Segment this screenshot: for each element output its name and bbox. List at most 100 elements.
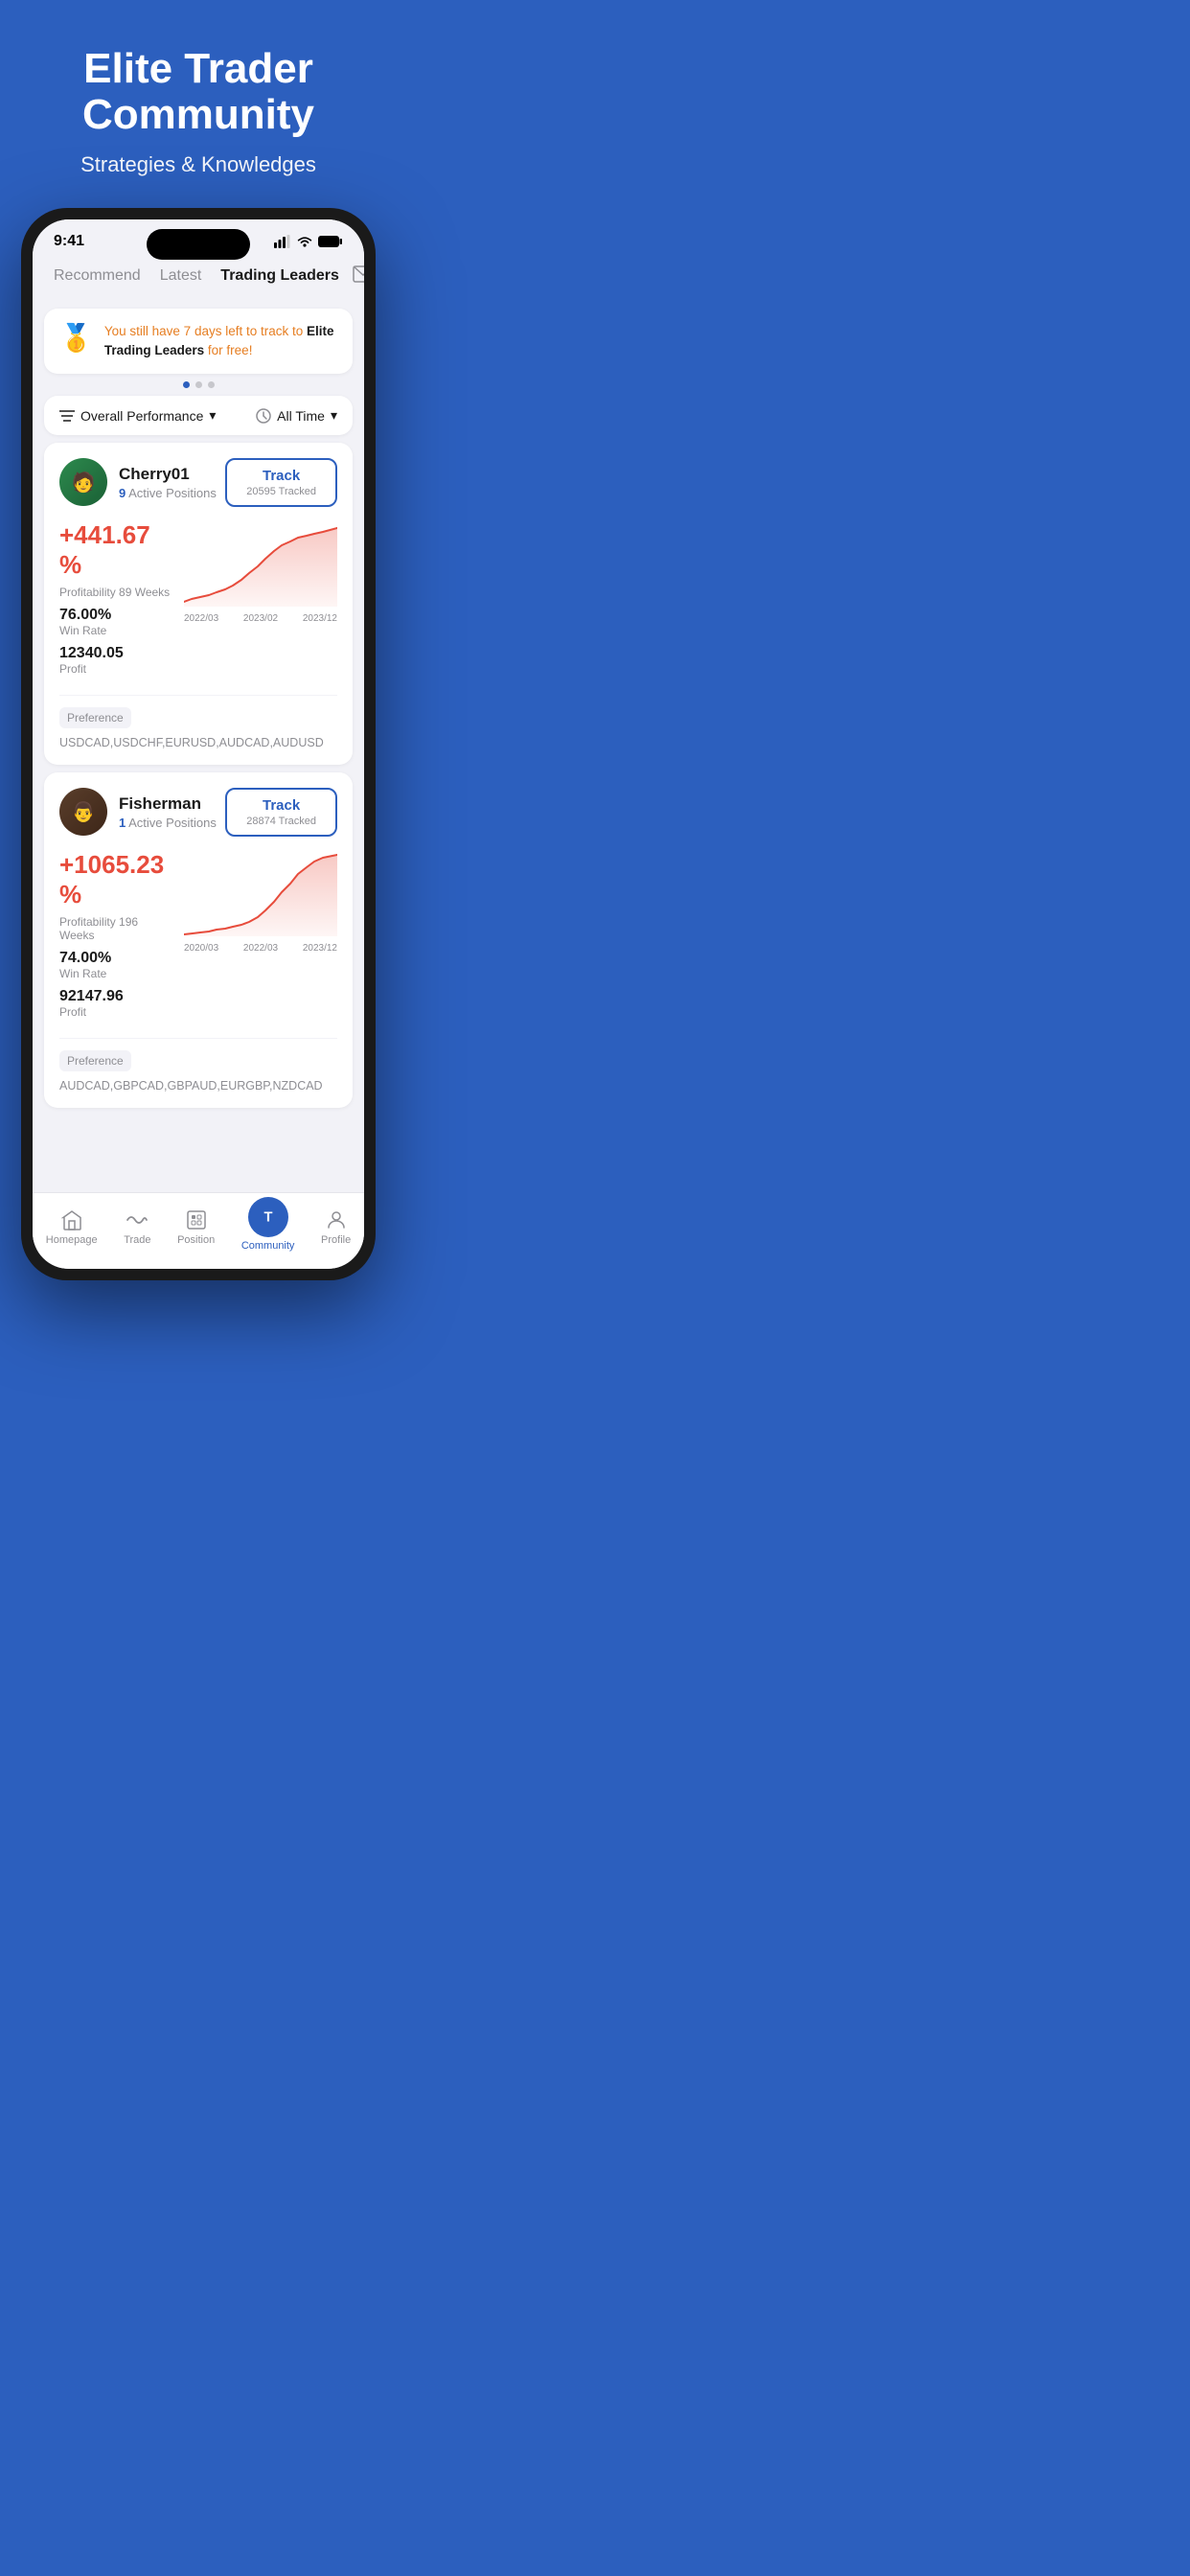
profile-label: Profile xyxy=(321,1234,351,1246)
trader-info-cherry01: 🧑 Cherry01 9 Active Positions xyxy=(59,458,217,506)
hero-section: Elite Trader Community Strategies & Know… xyxy=(0,0,397,208)
active-positions-fisherman: 1 Active Positions xyxy=(119,816,217,830)
win-rate-row-fisherman: 74.00% Win Rate xyxy=(59,950,172,980)
trader-body-cherry01: +441.67 % Profitability 89 Weeks 76.00% … xyxy=(59,520,337,683)
nav-item-homepage[interactable]: Homepage xyxy=(38,1208,105,1246)
trader-header-fisherman: 👨 Fisherman 1 Active Positions Track 288… xyxy=(59,788,337,837)
status-time: 9:41 xyxy=(54,233,84,250)
profit-row-fisherman: 92147.96 Profit xyxy=(59,988,172,1019)
status-bar: 9:41 xyxy=(33,219,364,258)
win-rate-value-cherry01: 76.00% xyxy=(59,607,172,624)
avatar-cherry01: 🧑 xyxy=(59,458,107,506)
nav-item-community[interactable]: T Community xyxy=(234,1203,303,1252)
active-positions-cherry01: 9 Active Positions xyxy=(119,486,217,500)
position-icon xyxy=(185,1208,208,1231)
trader-details-fisherman: Fisherman 1 Active Positions xyxy=(119,794,217,830)
trader-stats-fisherman: +1065.23 % Profitability 196 Weeks 74.00… xyxy=(59,850,172,1026)
profit-label-fisherman: Profit xyxy=(59,1005,172,1019)
carousel-dots xyxy=(33,381,364,388)
nav-item-position[interactable]: Position xyxy=(170,1208,222,1246)
trader-info-fisherman: 👨 Fisherman 1 Active Positions xyxy=(59,788,217,836)
community-label: Community xyxy=(241,1240,295,1252)
preference-badge-fisherman: Preference xyxy=(59,1050,131,1071)
homepage-label: Homepage xyxy=(46,1234,98,1246)
chart-svg-cherry01 xyxy=(184,520,337,607)
performance-filter-label: Overall Performance xyxy=(80,408,203,424)
wifi-icon xyxy=(297,236,312,247)
dot-1 xyxy=(183,381,190,388)
tracked-count-fisherman: 28874 Tracked xyxy=(246,816,316,827)
time-filter-label: All Time xyxy=(277,408,325,424)
profitability-label-cherry01: Profitability 89 Weeks xyxy=(59,586,172,599)
time-chevron-icon: ▾ xyxy=(331,407,337,424)
trader-header-cherry01: 🧑 Cherry01 9 Active Positions Track 2059… xyxy=(59,458,337,507)
preference-row-fisherman: Preference AUDCAD,GBPCAD,GBPAUD,EURGBP,N… xyxy=(59,1038,337,1092)
preference-badge-cherry01: Preference xyxy=(59,707,131,728)
battery-icon xyxy=(318,235,343,248)
main-content: 🥇 You still have 7 days left to track to… xyxy=(33,309,364,1193)
time-filter[interactable]: All Time ▾ xyxy=(256,407,337,424)
profit-row-cherry01: 12340.05 Profit xyxy=(59,645,172,676)
performance-filter[interactable]: Overall Performance ▾ xyxy=(59,407,216,424)
trader-name-fisherman: Fisherman xyxy=(119,794,217,814)
mail-icon-svg xyxy=(353,265,364,283)
chart-svg-fisherman xyxy=(184,850,337,936)
track-section-cherry01: Track 20595 Tracked xyxy=(225,458,337,507)
track-section-fisherman: Track 28874 Tracked xyxy=(225,788,337,837)
chart-labels-fisherman: 2020/03 2022/03 2023/12 xyxy=(184,943,337,954)
tracked-count-cherry01: 20595 Tracked xyxy=(246,486,316,497)
top-navigation: Recommend Latest Trading Leaders xyxy=(33,258,364,301)
nav-item-trade[interactable]: Trade xyxy=(116,1208,158,1246)
trader-card-fisherman: 👨 Fisherman 1 Active Positions Track 288… xyxy=(44,772,353,1108)
svg-text:T: T xyxy=(263,1210,272,1226)
hero-title: Elite Trader Community xyxy=(23,46,374,139)
promo-banner: 🥇 You still have 7 days left to track to… xyxy=(44,309,353,375)
avatar-fisherman: 👨 xyxy=(59,788,107,836)
tab-recommend[interactable]: Recommend xyxy=(44,264,150,288)
phone-frame: 9:41 xyxy=(21,208,376,1281)
preference-row-cherry01: Preference USDCAD,USDCHF,EURUSD,AUDCAD,A… xyxy=(59,695,337,749)
mail-icon[interactable] xyxy=(349,262,364,291)
hero-subtitle: Strategies & Knowledges xyxy=(23,152,374,177)
win-rate-row-cherry01: 76.00% Win Rate xyxy=(59,607,172,637)
tab-trading-leaders[interactable]: Trading Leaders xyxy=(211,264,349,288)
community-icon: T xyxy=(258,1207,279,1228)
signal-icon xyxy=(274,235,291,248)
tab-latest[interactable]: Latest xyxy=(150,264,212,288)
bottom-navigation: Homepage Trade Position xyxy=(33,1192,364,1269)
win-rate-value-fisherman: 74.00% xyxy=(59,950,172,967)
preference-pairs-fisherman: AUDCAD,GBPCAD,GBPAUD,EURGBP,NZDCAD xyxy=(59,1079,323,1092)
trader-stats-cherry01: +441.67 % Profitability 89 Weeks 76.00% … xyxy=(59,520,172,683)
win-rate-label-fisherman: Win Rate xyxy=(59,967,172,980)
trader-name-cherry01: Cherry01 xyxy=(119,465,217,484)
profit-pct-cherry01: +441.67 % xyxy=(59,520,172,580)
trader-details-cherry01: Cherry01 9 Active Positions xyxy=(119,465,217,500)
phone-screen: 9:41 xyxy=(33,219,364,1270)
trader-card-cherry01: 🧑 Cherry01 9 Active Positions Track 2059… xyxy=(44,443,353,765)
homepage-icon xyxy=(60,1208,83,1231)
chart-cherry01: 2022/03 2023/02 2023/12 xyxy=(184,520,337,683)
trade-label: Trade xyxy=(124,1234,150,1246)
chevron-down-icon: ▾ xyxy=(209,407,216,424)
dot-2 xyxy=(195,381,202,388)
dynamic-island xyxy=(147,229,250,260)
profitability-label-fisherman: Profitability 196 Weeks xyxy=(59,915,172,942)
banner-icon: 🥇 xyxy=(59,322,93,354)
track-button-cherry01[interactable]: Track 20595 Tracked xyxy=(225,458,337,507)
preference-pairs-cherry01: USDCAD,USDCHF,EURUSD,AUDCAD,AUDUSD xyxy=(59,736,324,749)
profit-pct-fisherman: +1065.23 % xyxy=(59,850,172,909)
profit-value-fisherman: 92147.96 xyxy=(59,988,172,1005)
chart-labels-cherry01: 2022/03 2023/02 2023/12 xyxy=(184,613,337,624)
filter-row: Overall Performance ▾ All Time ▾ xyxy=(44,396,353,435)
dot-3 xyxy=(208,381,215,388)
trade-icon xyxy=(126,1208,149,1231)
position-label: Position xyxy=(177,1234,215,1246)
status-icons xyxy=(274,235,343,248)
win-rate-label-cherry01: Win Rate xyxy=(59,624,172,637)
track-button-fisherman[interactable]: Track 28874 Tracked xyxy=(225,788,337,837)
profit-label-cherry01: Profit xyxy=(59,662,172,676)
profile-icon xyxy=(325,1208,348,1231)
nav-item-profile[interactable]: Profile xyxy=(313,1208,358,1246)
trader-body-fisherman: +1065.23 % Profitability 196 Weeks 74.00… xyxy=(59,850,337,1026)
filter-icon xyxy=(59,409,75,423)
